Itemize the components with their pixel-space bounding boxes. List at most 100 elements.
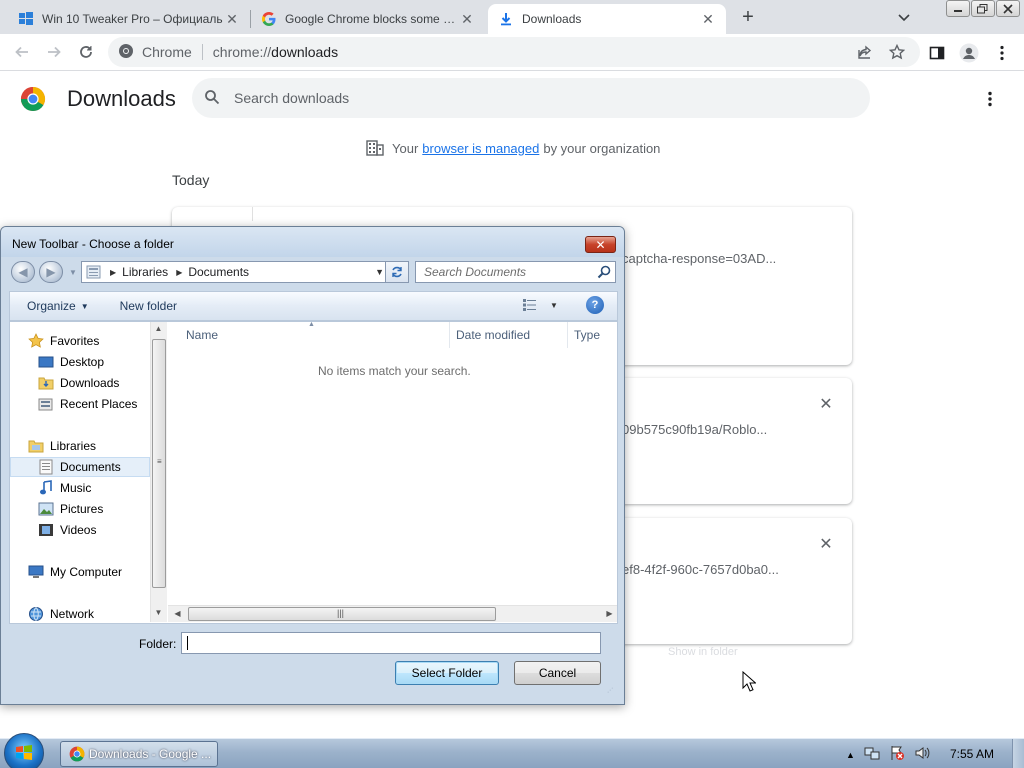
nav-label: Favorites — [50, 334, 100, 348]
volume-icon[interactable] — [914, 745, 930, 764]
nav-label: My Computer — [50, 565, 123, 579]
resize-grip-icon[interactable]: ⋰ — [607, 688, 613, 694]
restore-button[interactable] — [971, 0, 995, 17]
nav-videos[interactable]: Videos — [10, 520, 150, 540]
breadcrumb-documents[interactable]: ▶ Documents — [172, 265, 249, 279]
download-url[interactable]: 09b575c90fb19a/Roblo... — [622, 422, 767, 437]
library-folder-icon — [86, 265, 102, 279]
new-tab-button[interactable]: + — [736, 6, 760, 30]
download-url[interactable]: ef8-4f2f-960c-7657d0ba0... — [622, 562, 779, 577]
network-tray-icon[interactable] — [864, 745, 880, 764]
url-text: chrome://downloads — [213, 44, 338, 60]
share-icon[interactable] — [856, 43, 874, 61]
breadcrumb-libraries[interactable]: ▶ Libraries — [106, 265, 168, 279]
tab-search-chevron-icon[interactable] — [896, 9, 914, 25]
browser-toolbar: Chrome chrome://downloads — [0, 34, 1024, 71]
computer-icon — [28, 564, 44, 580]
chrome-menu-icon[interactable] — [991, 42, 1013, 64]
desktop-icon — [38, 354, 54, 370]
select-folder-button[interactable]: Select Folder — [395, 661, 499, 685]
taskbar-item-chrome[interactable]: Downloads - Google ... — [60, 741, 218, 767]
help-icon[interactable]: ? — [586, 296, 604, 314]
taskbar-clock[interactable]: 7:55 AM — [950, 747, 994, 761]
close-tab-icon[interactable]: ✕ — [459, 11, 475, 27]
nav-recent-places[interactable]: Recent Places — [10, 394, 150, 414]
recent-locations-chevron-icon[interactable]: ▼ — [69, 268, 77, 277]
dialog-back-button[interactable]: ◀ — [11, 261, 35, 283]
scroll-right-arrow-icon[interactable]: ▶ — [602, 609, 617, 618]
profile-avatar-icon[interactable] — [958, 42, 980, 64]
column-header-date-modified[interactable]: Date modified — [450, 322, 568, 348]
remove-download-icon[interactable]: ✕ — [818, 534, 834, 554]
more-actions-icon[interactable] — [980, 88, 1000, 110]
tab-chrome-blocks[interactable]: Google Chrome blocks some dov ✕ — [251, 4, 485, 34]
nav-desktop[interactable]: Desktop — [10, 352, 150, 372]
minimize-button[interactable] — [946, 0, 970, 17]
nav-favorites[interactable]: Favorites — [10, 331, 150, 351]
dialog-forward-button[interactable]: ▶ — [39, 261, 63, 283]
reload-button[interactable] — [74, 40, 98, 64]
action-center-flag-icon[interactable] — [889, 745, 905, 764]
remove-download-icon[interactable]: ✕ — [818, 394, 834, 414]
forward-button[interactable] — [42, 40, 66, 64]
nav-network[interactable]: Network — [10, 604, 150, 622]
network-globe-icon — [28, 606, 44, 622]
close-window-button[interactable] — [996, 0, 1020, 17]
cancel-button[interactable]: Cancel — [514, 661, 601, 685]
tray-expand-icon[interactable]: ▲ — [846, 750, 855, 760]
address-bar[interactable]: Chrome chrome://downloads — [108, 37, 920, 67]
column-header-name[interactable]: ▲ Name — [168, 321, 450, 348]
downloads-folder-icon — [38, 375, 54, 391]
bookmark-star-icon[interactable] — [888, 43, 906, 61]
side-panel-icon[interactable] — [926, 42, 948, 64]
google-g-icon — [261, 11, 277, 27]
back-arrow-icon — [15, 46, 28, 58]
dialog-address-bar[interactable]: ▶ Libraries ▶ Documents ▼ — [81, 261, 389, 283]
show-desktop-button[interactable] — [1012, 739, 1024, 768]
dialog-content: Favorites Desktop Downloads Recent Place… — [9, 321, 618, 624]
taskbar-item-label: Downloads - Google ... — [89, 747, 212, 761]
search-icon[interactable] — [597, 265, 611, 282]
navigation-pane-scrollbar[interactable]: ▲ ≡ ▼ — [150, 322, 167, 622]
back-button[interactable] — [10, 40, 34, 64]
nav-libraries[interactable]: Libraries — [10, 436, 150, 456]
site-label: Chrome — [142, 44, 192, 60]
show-in-folder-link[interactable]: Show in folder — [668, 646, 738, 658]
search-downloads-input[interactable]: Search downloads — [192, 78, 870, 118]
scroll-up-arrow-icon[interactable]: ▲ — [151, 324, 166, 333]
dialog-close-button[interactable]: ✕ — [585, 236, 616, 253]
view-options-caret-icon[interactable]: ▼ — [550, 301, 558, 310]
folder-field[interactable] — [181, 632, 601, 654]
dialog-titlebar[interactable]: New Toolbar - Choose a folder ✕ — [1, 227, 624, 257]
dialog-address-row: ◀ ▶ ▼ ▶ Libraries ▶ Documents ▼ Search Doc… — [9, 259, 618, 285]
nav-label: Desktop — [60, 355, 105, 369]
dialog-search-input[interactable]: Search Documents — [415, 261, 616, 283]
nav-downloads[interactable]: Downloads — [10, 373, 150, 393]
start-button[interactable] — [4, 733, 44, 768]
download-url[interactable]: captcha-response=03AD... — [622, 251, 776, 266]
tab-downloads[interactable]: Downloads ✕ — [488, 4, 726, 34]
nav-my-computer[interactable]: My Computer — [10, 562, 150, 582]
scrollbar-thumb[interactable]: ||| — [188, 607, 496, 621]
close-tab-icon[interactable]: ✕ — [224, 11, 240, 27]
column-label: Type — [574, 328, 601, 342]
dialog-title: New Toolbar - Choose a folder — [12, 237, 174, 251]
nav-pictures[interactable]: Pictures — [10, 499, 150, 519]
scroll-down-arrow-icon[interactable]: ▼ — [151, 608, 166, 617]
tab-win10-tweaker[interactable]: Win 10 Tweaker Pro – Официаль ✕ — [8, 4, 250, 34]
nav-music[interactable]: Music — [10, 478, 150, 498]
column-header-type[interactable]: Type — [568, 322, 617, 348]
dialog-refresh-button[interactable] — [385, 261, 409, 283]
scroll-left-arrow-icon[interactable]: ◀ — [170, 609, 185, 618]
recent-places-icon — [38, 396, 54, 412]
new-folder-button[interactable]: New folder — [120, 299, 177, 313]
scrollbar-thumb[interactable]: ≡ — [152, 339, 166, 588]
search-placeholder: Search downloads — [234, 90, 350, 106]
managed-link[interactable]: browser is managed — [422, 141, 539, 156]
close-tab-icon[interactable]: ✕ — [700, 11, 716, 27]
address-dropdown-icon[interactable]: ▼ — [375, 267, 384, 277]
organize-menu-button[interactable]: Organize ▼ — [27, 299, 89, 313]
change-view-button[interactable]: ▼ — [522, 298, 558, 312]
nav-documents[interactable]: Documents — [10, 457, 150, 477]
file-list-scrollbar[interactable]: ◀ ||| ▶ — [168, 605, 617, 622]
